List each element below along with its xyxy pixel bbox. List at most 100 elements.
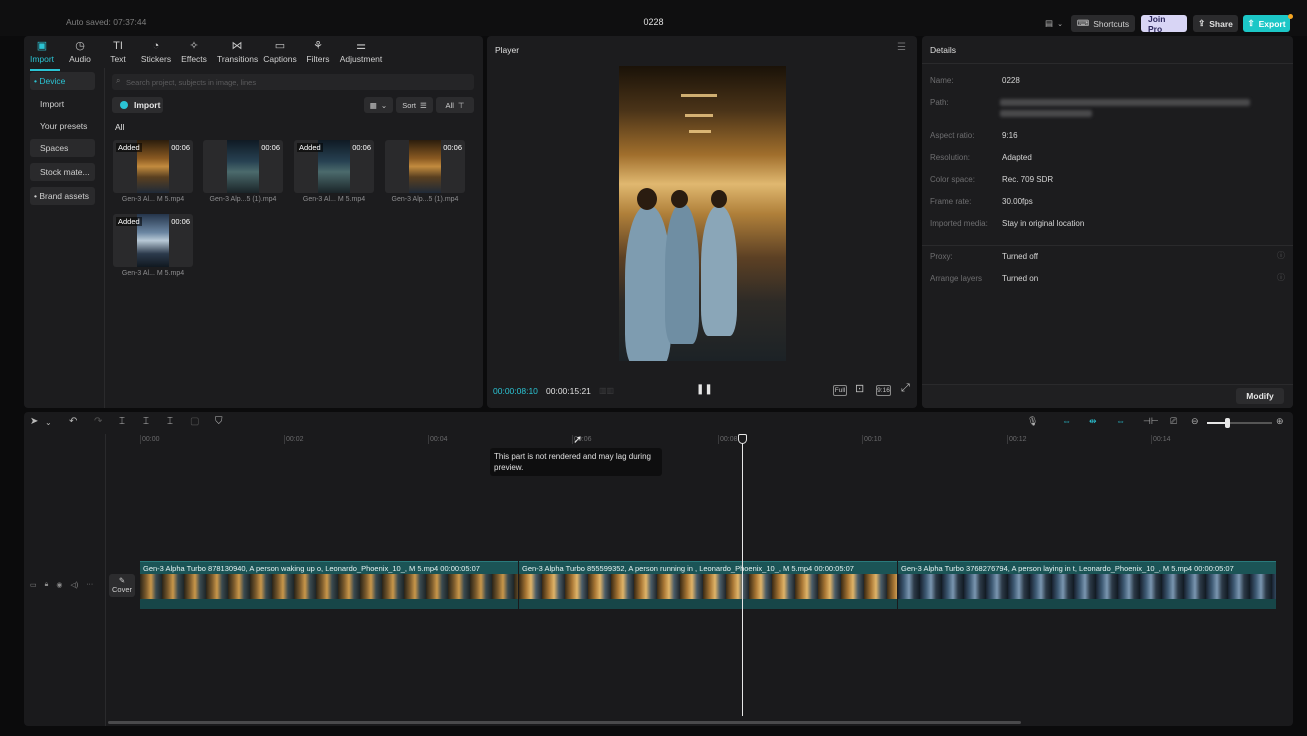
- sidebar-item-device[interactable]: • Device: [30, 72, 95, 90]
- delete-left-icon[interactable]: ⌶: [143, 416, 149, 427]
- path-redacted: [1000, 99, 1250, 106]
- ruler-label: 00:10: [864, 436, 882, 443]
- details-panel: Details Name: 0228 Path: Aspect ratio: 9…: [922, 36, 1293, 408]
- clip-thumbnails: [140, 574, 518, 600]
- info-icon[interactable]: ⓘ: [1277, 272, 1285, 283]
- tab-label: Filters: [306, 54, 330, 64]
- tab-filters[interactable]: ⚘ Filters: [298, 38, 338, 64]
- media-item[interactable]: Added 00:06 Gen-3 Al... M 5.mp4: [113, 140, 193, 203]
- media-item[interactable]: 00:06 Gen-3 Alp...5 (1).mp4: [385, 140, 465, 203]
- tab-text[interactable]: TI Text: [98, 38, 138, 64]
- media-sidebar: • Device Import Your presets Spaces Stoc…: [24, 68, 105, 408]
- full-button[interactable]: Full: [833, 385, 847, 396]
- undo-icon[interactable]: ↶: [69, 416, 77, 427]
- filter-all-button[interactable]: All ⊤: [436, 97, 474, 113]
- chevron-down-icon[interactable]: ⌄: [45, 418, 52, 427]
- timeline-clip[interactable]: Gen-3 Alpha Turbo 3768276794, A person l…: [898, 561, 1276, 609]
- media-search-input[interactable]: ⌕ Search project, subjects in image, lin…: [112, 74, 474, 90]
- timeline-clip[interactable]: Gen-3 Alpha Turbo 878130940, A person wa…: [140, 561, 518, 609]
- video-preview[interactable]: [619, 66, 786, 361]
- tab-effects[interactable]: ✧ Effects: [174, 38, 214, 64]
- auto-snap-icon[interactable]: ⇹: [1089, 416, 1097, 427]
- modify-button[interactable]: Modify: [1236, 388, 1284, 404]
- media-item[interactable]: Added 00:06 Gen-3 Al... M 5.mp4: [294, 140, 374, 203]
- zoom-in-icon[interactable]: ⊕: [1276, 416, 1284, 427]
- playhead-handle[interactable]: [738, 434, 747, 444]
- media-item[interactable]: Added 00:06 Gen-3 Al... M 5.mp4: [113, 214, 193, 277]
- zoom-out-icon[interactable]: ⊖: [1191, 416, 1199, 427]
- ratio-button[interactable]: 9:16: [876, 385, 891, 396]
- import-button[interactable]: Import: [112, 97, 163, 113]
- more-icon[interactable]: ···: [86, 581, 93, 589]
- join-pro-button[interactable]: Join Pro: [1141, 14, 1187, 34]
- sidebar-item-spaces[interactable]: Spaces: [30, 139, 95, 157]
- sidebar-item-brand-assets[interactable]: • Brand assets: [30, 187, 95, 205]
- ceiling-light: [681, 94, 717, 97]
- tab-stickers[interactable]: ◔ Stickers: [136, 38, 176, 64]
- ruler-tick: [428, 435, 429, 444]
- preview-axis-icon[interactable]: ⊣⊢: [1143, 416, 1159, 427]
- linkage-icon[interactable]: ⇔: [1116, 416, 1125, 426]
- cover-button[interactable]: ✎ Cover: [109, 574, 135, 597]
- layout-icon: ▤: [1045, 18, 1054, 28]
- detail-label-framerate: Frame rate:: [930, 197, 972, 206]
- tab-adjustment[interactable]: ⚌ Adjustment: [337, 38, 385, 64]
- select-tool-icon[interactable]: ➤: [30, 416, 38, 427]
- pause-icon[interactable]: ❚❚: [696, 384, 713, 395]
- audio-icon[interactable]: ◁): [70, 581, 78, 589]
- sort-button[interactable]: Sort ☰: [396, 97, 433, 113]
- subtitle-icon[interactable]: ⎚: [1170, 416, 1177, 427]
- redo-icon[interactable]: ↷: [94, 416, 102, 427]
- ruler-tick: [862, 435, 863, 444]
- tab-label: Captions: [263, 54, 297, 64]
- detail-label-aspect: Aspect ratio:: [930, 131, 975, 140]
- player-panel: Player ☰ 00:00:08:10 00:00:15:21 ▥▥ ❚❚ F…: [487, 36, 917, 408]
- delete-icon[interactable]: ▢: [190, 416, 199, 427]
- detail-label-imported-media: Imported media:: [930, 219, 988, 228]
- timeline-clip[interactable]: Gen-3 Alpha Turbo 855599352, A person ru…: [519, 561, 897, 609]
- info-icon[interactable]: ⓘ: [1277, 250, 1285, 261]
- thumbnail-image: [227, 140, 259, 193]
- edit-icon: ✎: [118, 576, 126, 585]
- runner-head: [637, 188, 657, 210]
- zoom-slider-handle[interactable]: [1225, 418, 1230, 428]
- media-item[interactable]: 00:06 Gen-3 Alp...5 (1).mp4: [203, 140, 283, 203]
- sidebar-item-import[interactable]: Import: [30, 95, 95, 113]
- tab-label: Text: [110, 54, 126, 64]
- tab-captions[interactable]: ▭ Captions: [260, 38, 300, 64]
- detail-value-arrange-layers[interactable]: Turned on: [1002, 274, 1038, 283]
- share-button[interactable]: ⇪ Share: [1193, 15, 1238, 32]
- menu-icon[interactable]: ☰: [897, 42, 906, 53]
- track-toggle-icon[interactable]: ▭: [30, 581, 37, 589]
- main-track-magnet-icon[interactable]: ⇔: [1062, 416, 1071, 426]
- delete-right-icon[interactable]: ⌶: [167, 416, 173, 427]
- timecode-icon[interactable]: ▥▥: [599, 386, 614, 395]
- export-button[interactable]: ⇧ Export: [1243, 15, 1290, 32]
- details-title: Details: [930, 45, 956, 55]
- runner-head: [711, 190, 727, 208]
- shortcuts-button[interactable]: ⌨ Shortcuts: [1071, 15, 1135, 32]
- horizontal-scrollbar[interactable]: [108, 721, 1021, 724]
- media-thumbnail: Added 00:06: [113, 214, 193, 267]
- eye-icon[interactable]: ◉: [56, 581, 62, 589]
- total-time: 00:00:15:21: [546, 386, 591, 396]
- microphone-icon[interactable]: 🎙: [1027, 416, 1038, 427]
- lock-icon[interactable]: 🔒︎: [45, 581, 49, 589]
- tab-import[interactable]: ▣ Import: [22, 38, 62, 64]
- split-icon[interactable]: ⌶: [119, 416, 125, 427]
- tab-transitions[interactable]: ⋈ Transitions: [217, 38, 258, 64]
- sidebar-item-stock[interactable]: Stock mate...: [30, 163, 95, 181]
- playhead-line[interactable]: [742, 438, 743, 716]
- fullscreen-icon[interactable]: ⤢: [901, 382, 910, 395]
- sidebar-item-presets[interactable]: Your presets: [30, 117, 95, 135]
- shield-icon[interactable]: ⛉: [215, 416, 223, 427]
- view-mode-button[interactable]: ▦ ⌄: [364, 97, 393, 113]
- tab-audio[interactable]: ◷ Audio: [60, 38, 100, 64]
- crop-icon[interactable]: ⊡: [855, 382, 864, 395]
- chevron-down-icon: ⌄: [380, 100, 388, 110]
- sort-label: Sort: [402, 100, 417, 110]
- detail-value-proxy[interactable]: Turned off: [1002, 252, 1038, 261]
- mouse-cursor-icon: ➚: [573, 434, 583, 446]
- detail-value-imported-media: Stay in original location: [1002, 219, 1085, 228]
- layout-button[interactable]: ▤ ⌄: [1040, 15, 1068, 32]
